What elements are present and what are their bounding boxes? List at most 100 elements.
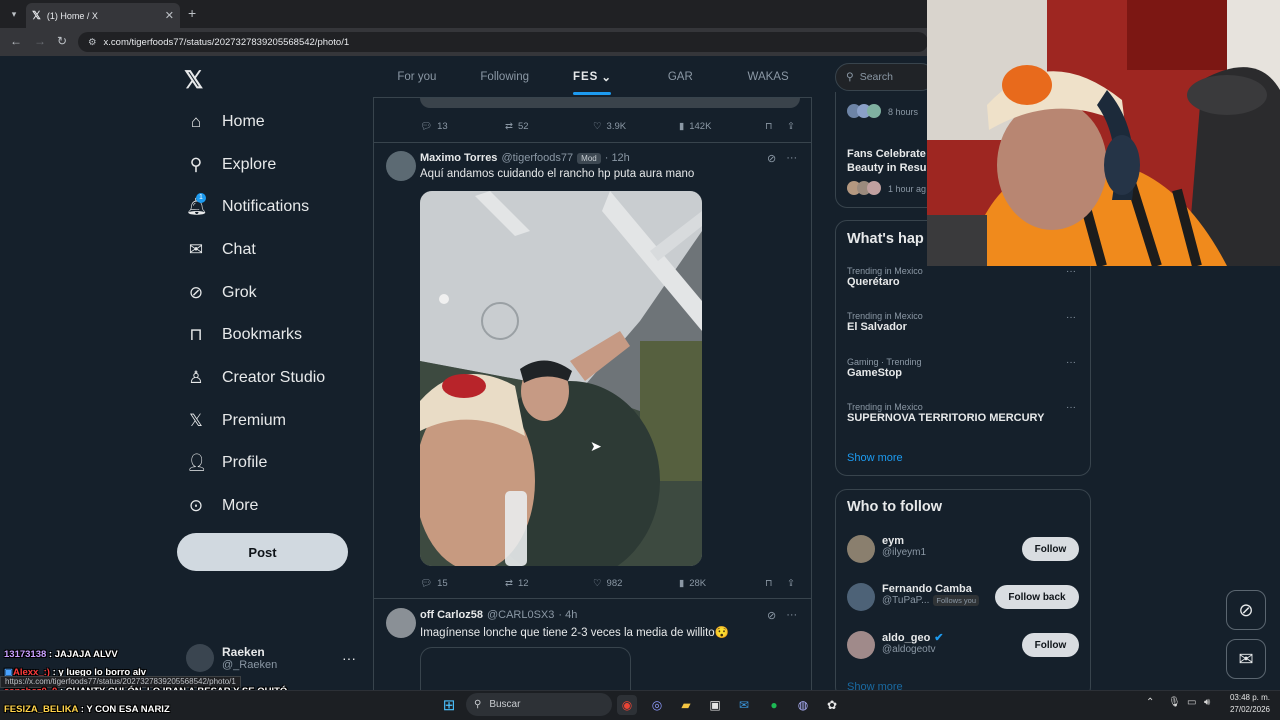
back-arrow-icon[interactable]: ←	[10, 34, 22, 48]
nav-bookmarks[interactable]: ⊓ Bookmarks	[186, 320, 302, 350]
views-button[interactable]: ▮ 142K	[679, 121, 765, 132]
trend-item[interactable]: Gaming · Trending GameStop	[847, 357, 922, 379]
taskbar-clock[interactable]: 03:48 p. m. 27/02/2026	[1222, 692, 1278, 716]
post-button[interactable]: Post	[177, 533, 348, 571]
reload-icon[interactable]: ↻	[57, 34, 67, 48]
grok-icon[interactable]: ⊘	[1226, 590, 1266, 630]
follows-you-badge: Follows you	[933, 595, 980, 606]
nav-chat[interactable]: ✉ Chat	[186, 235, 256, 265]
more-dots-icon[interactable]: ···	[1066, 266, 1076, 277]
mod-badge: Mod	[577, 152, 601, 164]
discord-icon[interactable]: ◎	[647, 695, 667, 715]
clock-date: 27/02/2026	[1229, 705, 1271, 714]
mail-icon[interactable]: ✉	[734, 695, 754, 715]
tweet-author-name[interactable]: Maximo Torres	[420, 152, 497, 164]
trend-item[interactable]: Trending in Mexico El Salvador	[847, 311, 923, 333]
follow-suggestion[interactable]: Fernando Camba @TuPaP... Follows you	[882, 583, 980, 606]
trend-name: El Salvador	[847, 321, 907, 333]
network-icon[interactable]: ▭	[1187, 697, 1196, 708]
reply-button[interactable]: 💬︎ 13	[420, 121, 505, 132]
repost-button[interactable]: ⇄ 12	[505, 578, 593, 589]
nav-explore[interactable]: ⚲ Explore	[186, 150, 276, 180]
suggestion-name: aldo_geo	[882, 631, 931, 644]
tweet-time[interactable]: · 4h	[558, 609, 577, 621]
taskbar-search[interactable]: ⚲ Buscar	[466, 693, 612, 716]
tweet-photo[interactable]	[420, 191, 702, 566]
address-bar[interactable]: ⚙ x.com/tigerfoods77/status/202732783920…	[78, 32, 928, 52]
tweet-author-handle[interactable]: @tigerfoods77	[501, 152, 573, 164]
store-icon[interactable]: ▣	[705, 695, 725, 715]
tab-list-chevron-icon[interactable]: ▾	[6, 6, 22, 22]
news-item[interactable]: Fans Celebrate Beauty in Resu	[847, 147, 926, 175]
tab-following[interactable]: Following	[461, 56, 549, 97]
spotify-icon[interactable]: ●	[764, 695, 784, 715]
nav-premium[interactable]: 𝕏 Premium	[186, 406, 286, 436]
like-button[interactable]: ♡ 982	[593, 578, 679, 589]
bookmark-button[interactable]: ⊓	[765, 121, 787, 132]
nav-home[interactable]: ⌂ Home	[186, 107, 265, 137]
repost-icon: ⇄	[505, 577, 513, 589]
trend-item[interactable]: Trending in Mexico Querétaro	[847, 266, 923, 288]
nav-more[interactable]: ⊙ More	[186, 491, 259, 521]
microphone-icon[interactable]: 🎙︎	[1168, 697, 1181, 708]
account-switcher[interactable]: Raeken @_Raeken ···	[186, 640, 356, 676]
folder-icon[interactable]: ▰	[676, 695, 696, 715]
show-more-link[interactable]: Show more	[847, 452, 903, 464]
more-dots-icon[interactable]: ···	[342, 650, 356, 666]
tweet-author-name[interactable]: off Carloz58	[420, 609, 483, 621]
avatar[interactable]	[847, 583, 875, 611]
more-dots-icon[interactable]: ···	[1066, 312, 1076, 323]
site-info-icon[interactable]: ⚙	[88, 37, 97, 48]
avatar[interactable]	[847, 631, 875, 659]
tweet-author-avatar[interactable]	[386, 608, 416, 638]
windows-start-icon[interactable]: ⊞	[439, 695, 459, 715]
more-dots-icon[interactable]: ···	[1066, 357, 1076, 368]
obs-icon[interactable]: ◍	[793, 695, 813, 715]
chrome-icon[interactable]: ◉	[617, 695, 637, 715]
tab-fes[interactable]: FES ⌄	[549, 56, 637, 97]
grok-icon[interactable]: ⊘	[767, 609, 776, 622]
bookmark-button[interactable]: ⊓	[765, 578, 787, 589]
more-dots-icon[interactable]: ···	[786, 152, 797, 165]
nav-grok[interactable]: ⊘ Grok	[186, 278, 257, 308]
like-button[interactable]: ♡ 3.9K	[593, 121, 679, 132]
reply-button[interactable]: 💬︎ 15	[420, 578, 505, 589]
follow-button[interactable]: Follow	[1022, 537, 1079, 561]
messages-icon[interactable]: ✉	[1226, 639, 1266, 679]
tab-wakas[interactable]: WAKAS	[724, 56, 812, 97]
follow-button[interactable]: Follow	[1022, 633, 1079, 657]
mail-icon: ✉	[188, 240, 204, 259]
grok-icon[interactable]: ⊘	[767, 152, 776, 165]
repost-button[interactable]: ⇄ 52	[505, 121, 593, 132]
share-button[interactable]: ⇪	[787, 121, 795, 132]
volume-icon[interactable]: 🔊︎	[1204, 697, 1210, 708]
new-tab-plus-icon[interactable]: +	[188, 5, 196, 21]
tweet-author-avatar[interactable]	[386, 151, 416, 181]
tweet-media-placeholder[interactable]	[420, 647, 631, 690]
forward-arrow-icon[interactable]: →	[34, 34, 46, 48]
close-tab-icon[interactable]: ✕	[165, 9, 174, 22]
views-button[interactable]: ▮ 28K	[679, 578, 765, 589]
tray-chevron-icon[interactable]: ⌃	[1146, 697, 1154, 708]
nav-creator-studio[interactable]: ♙ Creator Studio	[186, 363, 325, 393]
more-dots-icon[interactable]: ···	[1066, 402, 1076, 413]
follow-suggestion[interactable]: eym @ilyeym1	[882, 535, 926, 558]
follow-back-button[interactable]: Follow back	[995, 585, 1079, 609]
follow-suggestion[interactable]: aldo_geo ✔ @aldogeotv	[882, 631, 944, 656]
app-icon[interactable]: ✿	[822, 695, 842, 715]
tab-gar[interactable]: GAR	[636, 56, 724, 97]
search-input[interactable]: ⚲ Search	[835, 63, 935, 91]
avatar	[186, 644, 214, 672]
tab-for-you[interactable]: For you	[373, 56, 461, 97]
x-logo-icon[interactable]: 𝕏	[184, 66, 203, 95]
account-handle: @_Raeken	[222, 659, 278, 671]
tweet-time[interactable]: · 12h	[605, 152, 630, 164]
trend-item[interactable]: Trending in Mexico SUPERNOVA TERRITORIO …	[847, 402, 1044, 424]
tweet-author-handle[interactable]: @CARL0SX3	[487, 609, 554, 621]
browser-tab[interactable]: 𝕏 (1) Home / X ✕	[26, 3, 180, 28]
avatar[interactable]	[847, 535, 875, 563]
taskbar-search-label: Buscar	[489, 699, 521, 710]
share-button[interactable]: ⇪	[787, 578, 795, 589]
nav-profile[interactable]: 👤︎ Profile	[186, 448, 267, 478]
more-dots-icon[interactable]: ···	[786, 609, 797, 622]
